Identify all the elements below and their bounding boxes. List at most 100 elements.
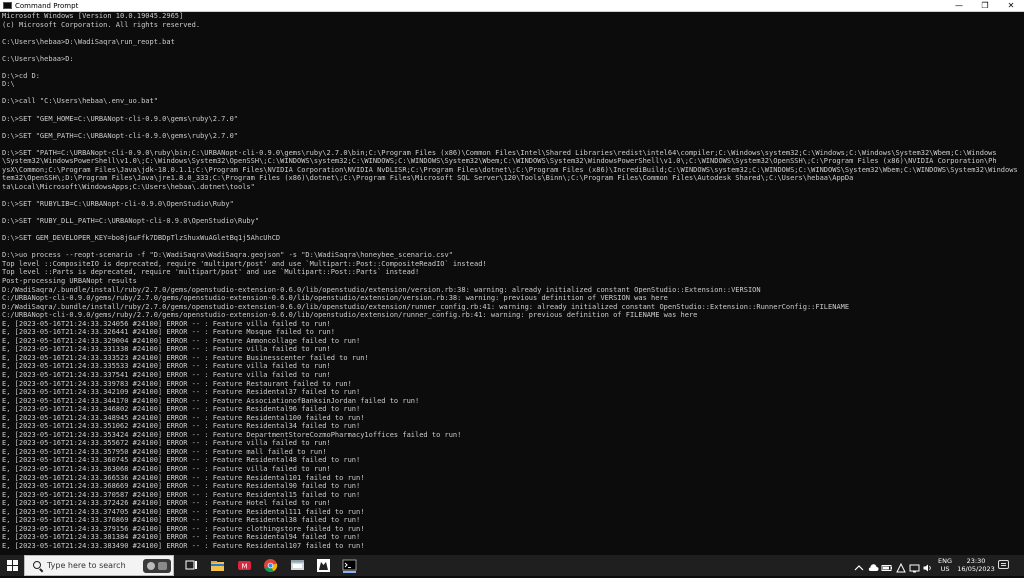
- console-line: D:\>SET "GEM_HOME=C:\URBANopt-cli-0.9.0\…: [2, 114, 239, 123]
- network-icon[interactable]: [909, 559, 921, 573]
- volume-icon[interactable]: [922, 559, 934, 572]
- console-line: E, [2023-05-16T21:24:33.376869 #24100] E…: [2, 516, 361, 525]
- clock-date: 16/05/2023: [957, 565, 995, 573]
- cloud-icon[interactable]: [867, 559, 879, 571]
- clock-time: 23:30: [966, 557, 986, 565]
- svg-text:M: M: [241, 563, 247, 571]
- console-line: D:\>SET "RUBY_DLL_PATH=C:\URBANopt-cli-0…: [2, 217, 260, 226]
- console-line: C:\Users\hebaa>D:: [2, 54, 74, 63]
- console-line: D:\>cd D:: [2, 71, 40, 80]
- system-clock[interactable]: 23:30 16/05/2023: [956, 557, 996, 573]
- minimize-button[interactable]: —: [946, 0, 972, 11]
- console-line: D:\>SET "RUBYLIB=C:\URBANopt-cli-0.9.0\O…: [2, 200, 234, 209]
- app-tray-icon[interactable]: [895, 559, 907, 573]
- console-line: E, [2023-05-16T21:24:33.366536 #24100] E…: [2, 473, 365, 482]
- console-line: C:/URBANopt-cli-0.9.0/gems/ruby/2.7.0/ge…: [2, 311, 698, 320]
- title-bar[interactable]: Command Prompt — ❐ ✕: [0, 0, 1024, 12]
- console-line: E, [2023-05-16T21:24:33.363068 #24100] E…: [2, 464, 331, 473]
- console-line: D:\>SET "PATH=C:\URBANopt-cli-0.9.0\ruby…: [2, 148, 997, 157]
- console-line: D:/WadiSaqra/.bundle/install/ruby/2.7.0/…: [2, 285, 761, 294]
- notification-icon[interactable]: [998, 560, 1009, 569]
- console-line: E, [2023-05-16T21:24:33.351062 #24100] E…: [2, 422, 361, 431]
- maximize-button[interactable]: ❐: [972, 0, 998, 11]
- console-line: E, [2023-05-16T21:24:33.355672 #24100] E…: [2, 439, 331, 448]
- console-line: E, [2023-05-16T21:24:33.324056 #24100] E…: [2, 319, 331, 328]
- console-line: E, [2023-05-16T21:24:33.368669 #24100] E…: [2, 482, 361, 491]
- console-line: C:/URBANopt-cli-0.9.0/gems/ruby/2.7.0/ge…: [2, 294, 668, 303]
- task-view-icon[interactable]: [184, 558, 199, 573]
- cmd-window-icon: [3, 2, 12, 9]
- search-icon: [33, 561, 41, 569]
- console-line: E, [2023-05-16T21:24:33.383490 #24100] E…: [2, 541, 365, 550]
- console-line: D:\>SET "GEM_PATH=C:\URBANopt-cli-0.9.0\…: [2, 131, 239, 140]
- console-line: E, [2023-05-16T21:24:33.360745 #24100] E…: [2, 456, 361, 465]
- console-line: E, [2023-05-16T21:24:33.357950 #24100] E…: [2, 447, 327, 456]
- window-title: Command Prompt: [15, 2, 79, 10]
- console-line: E, [2023-05-16T21:24:33.374705 #24100] E…: [2, 507, 365, 516]
- console-line: D:\>uo process --reopt-scenario -f "D:\W…: [2, 251, 453, 260]
- search-placeholder: Type here to search: [47, 561, 126, 570]
- taskbar: Type here to search M ENG US 23:30 16/05…: [0, 555, 1024, 576]
- console-line: D:/WadiSaqra/.bundle/install/ruby/2.7.0/…: [2, 302, 850, 311]
- region-code: US: [940, 565, 950, 573]
- console-line: E, [2023-05-16T21:24:33.342109 #24100] E…: [2, 388, 361, 397]
- windows-logo-icon: [7, 560, 18, 571]
- console-line: D:\: [2, 80, 15, 89]
- battery-icon[interactable]: [881, 559, 893, 571]
- console-line: E, [2023-05-16T21:24:33.333523 #24100] E…: [2, 353, 369, 362]
- chrome-icon[interactable]: [263, 558, 278, 573]
- language-indicator[interactable]: ENG US: [938, 557, 952, 573]
- app-red-icon[interactable]: M: [237, 558, 252, 573]
- console-line: E, [2023-05-16T21:24:33.372426 #24100] E…: [2, 499, 331, 508]
- command-prompt-icon[interactable]: [342, 558, 357, 573]
- console-line: E, [2023-05-16T21:24:33.381384 #24100] E…: [2, 533, 361, 542]
- taskbar-search[interactable]: Type here to search: [24, 555, 174, 576]
- console-line: E, [2023-05-16T21:24:33.353424 #24100] E…: [2, 430, 462, 439]
- app-wolf-icon[interactable]: [316, 558, 331, 573]
- console-line: ysX\Common;C:\Program Files\Java\jdk-18.…: [2, 165, 1022, 174]
- console-line: E, [2023-05-16T21:24:33.344170 #24100] E…: [2, 396, 420, 405]
- console-line: E, [2023-05-16T21:24:33.331338 #24100] E…: [2, 345, 331, 354]
- file-explorer-icon[interactable]: [210, 558, 225, 573]
- close-button[interactable]: ✕: [998, 0, 1024, 11]
- console-line: \System32\WindowsPowerShell\v1.0\;C:\Win…: [2, 157, 997, 166]
- active-app-indicator: [343, 571, 356, 573]
- console-line: E, [2023-05-16T21:24:33.329004 #24100] E…: [2, 336, 361, 345]
- console-scrollbar[interactable]: [1018, 12, 1024, 555]
- console-line: E, [2023-05-16T21:24:33.339783 #24100] E…: [2, 379, 352, 388]
- console-line: E, [2023-05-16T21:24:33.379156 #24100] E…: [2, 524, 365, 533]
- app-window-icon[interactable]: [290, 558, 305, 573]
- console-line: D:\>SET GEM_DEVELOPER_KEY=bo8jGuFfk7DBDp…: [2, 234, 281, 243]
- chevron-up-icon[interactable]: [853, 559, 865, 571]
- console-line: E, [2023-05-16T21:24:33.335533 #24100] E…: [2, 362, 331, 371]
- console-line: C:\Users\hebaa>D:\WadiSaqra\run_reopt.ba…: [2, 37, 175, 46]
- console-line: E, [2023-05-16T21:24:33.346802 #24100] E…: [2, 405, 361, 414]
- language-code: ENG: [938, 557, 953, 565]
- console-output[interactable]: Microsoft Windows [Version 10.0.19045.29…: [0, 12, 1024, 555]
- console-line: ta\Local\Microsoft\WindowsApps;C:\Users\…: [2, 182, 255, 191]
- start-button[interactable]: [0, 555, 24, 576]
- console-line: E, [2023-05-16T21:24:33.337541 #24100] E…: [2, 370, 331, 379]
- console-line: E, [2023-05-16T21:24:33.348945 #24100] E…: [2, 413, 365, 422]
- console-line: (c) Microsoft Corporation. All rights re…: [2, 20, 201, 29]
- console-line: Top level ::CompositeIO is deprecated, r…: [2, 259, 487, 268]
- console-line: D:\>call "C:\Users\hebaa\.env_uo.bat": [2, 97, 158, 106]
- console-line: E, [2023-05-16T21:24:33.326441 #24100] E…: [2, 328, 335, 337]
- search-highlight-icon: [143, 559, 171, 573]
- console-line: E, [2023-05-16T21:24:33.370587 #24100] E…: [2, 490, 361, 499]
- console-line: Post-processing URBANopt results: [2, 276, 137, 285]
- console-line: tem32\OpenSSH\;D:\Program Files\Java\jre…: [2, 174, 854, 183]
- console-line: Top level ::Parts is deprecated, require…: [2, 268, 420, 277]
- console-line: Microsoft Windows [Version 10.0.19045.29…: [2, 12, 184, 20]
